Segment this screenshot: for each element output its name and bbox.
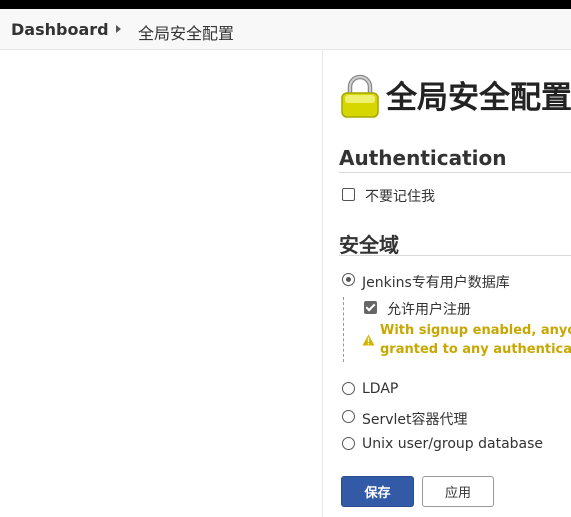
breadcrumb-current[interactable]: 全局安全配置 xyxy=(138,20,234,44)
top-header-bar xyxy=(0,0,571,9)
realm-radio-servlet[interactable] xyxy=(342,410,355,423)
breadcrumb: Dashboard 全局安全配置 xyxy=(0,9,571,50)
nested-options-indicator xyxy=(343,297,344,362)
security-realm-section-title: 安全域 xyxy=(339,233,399,257)
apply-button[interactable]: 应用 xyxy=(422,476,494,507)
realm-label-ldap: LDAP xyxy=(362,381,399,397)
signup-warning-line2: granted to any authenticated xyxy=(380,342,571,357)
realm-radio-unix[interactable] xyxy=(342,437,355,450)
realm-radio-ldap[interactable] xyxy=(342,382,355,395)
section-divider xyxy=(339,255,571,256)
allow-signup-checkbox[interactable] xyxy=(364,301,377,314)
remember-me-checkbox[interactable] xyxy=(342,188,355,201)
breadcrumb-chevron-icon[interactable] xyxy=(116,25,121,33)
authentication-section-title: Authentication xyxy=(339,146,507,170)
allow-signup-label: 允许用户注册 xyxy=(387,302,471,318)
page-title: 全局安全配置 xyxy=(386,80,571,116)
realm-radio-jenkins-db[interactable] xyxy=(342,273,355,286)
realm-label-servlet: Servlet容器代理 xyxy=(362,412,468,428)
realm-label-jenkins-db: Jenkins专有用户数据库 xyxy=(362,275,510,291)
realm-label-unix: Unix user/group database xyxy=(362,436,544,452)
breadcrumb-dashboard-link[interactable]: Dashboard xyxy=(11,20,109,39)
save-button[interactable]: 保存 xyxy=(341,476,414,507)
warning-icon xyxy=(362,334,375,346)
remember-me-label: 不要记住我 xyxy=(365,189,435,205)
side-panel-divider xyxy=(322,50,323,517)
section-divider xyxy=(339,172,571,173)
lock-icon xyxy=(341,74,379,118)
signup-warning-line1: With signup enabled, anyone xyxy=(380,323,571,338)
